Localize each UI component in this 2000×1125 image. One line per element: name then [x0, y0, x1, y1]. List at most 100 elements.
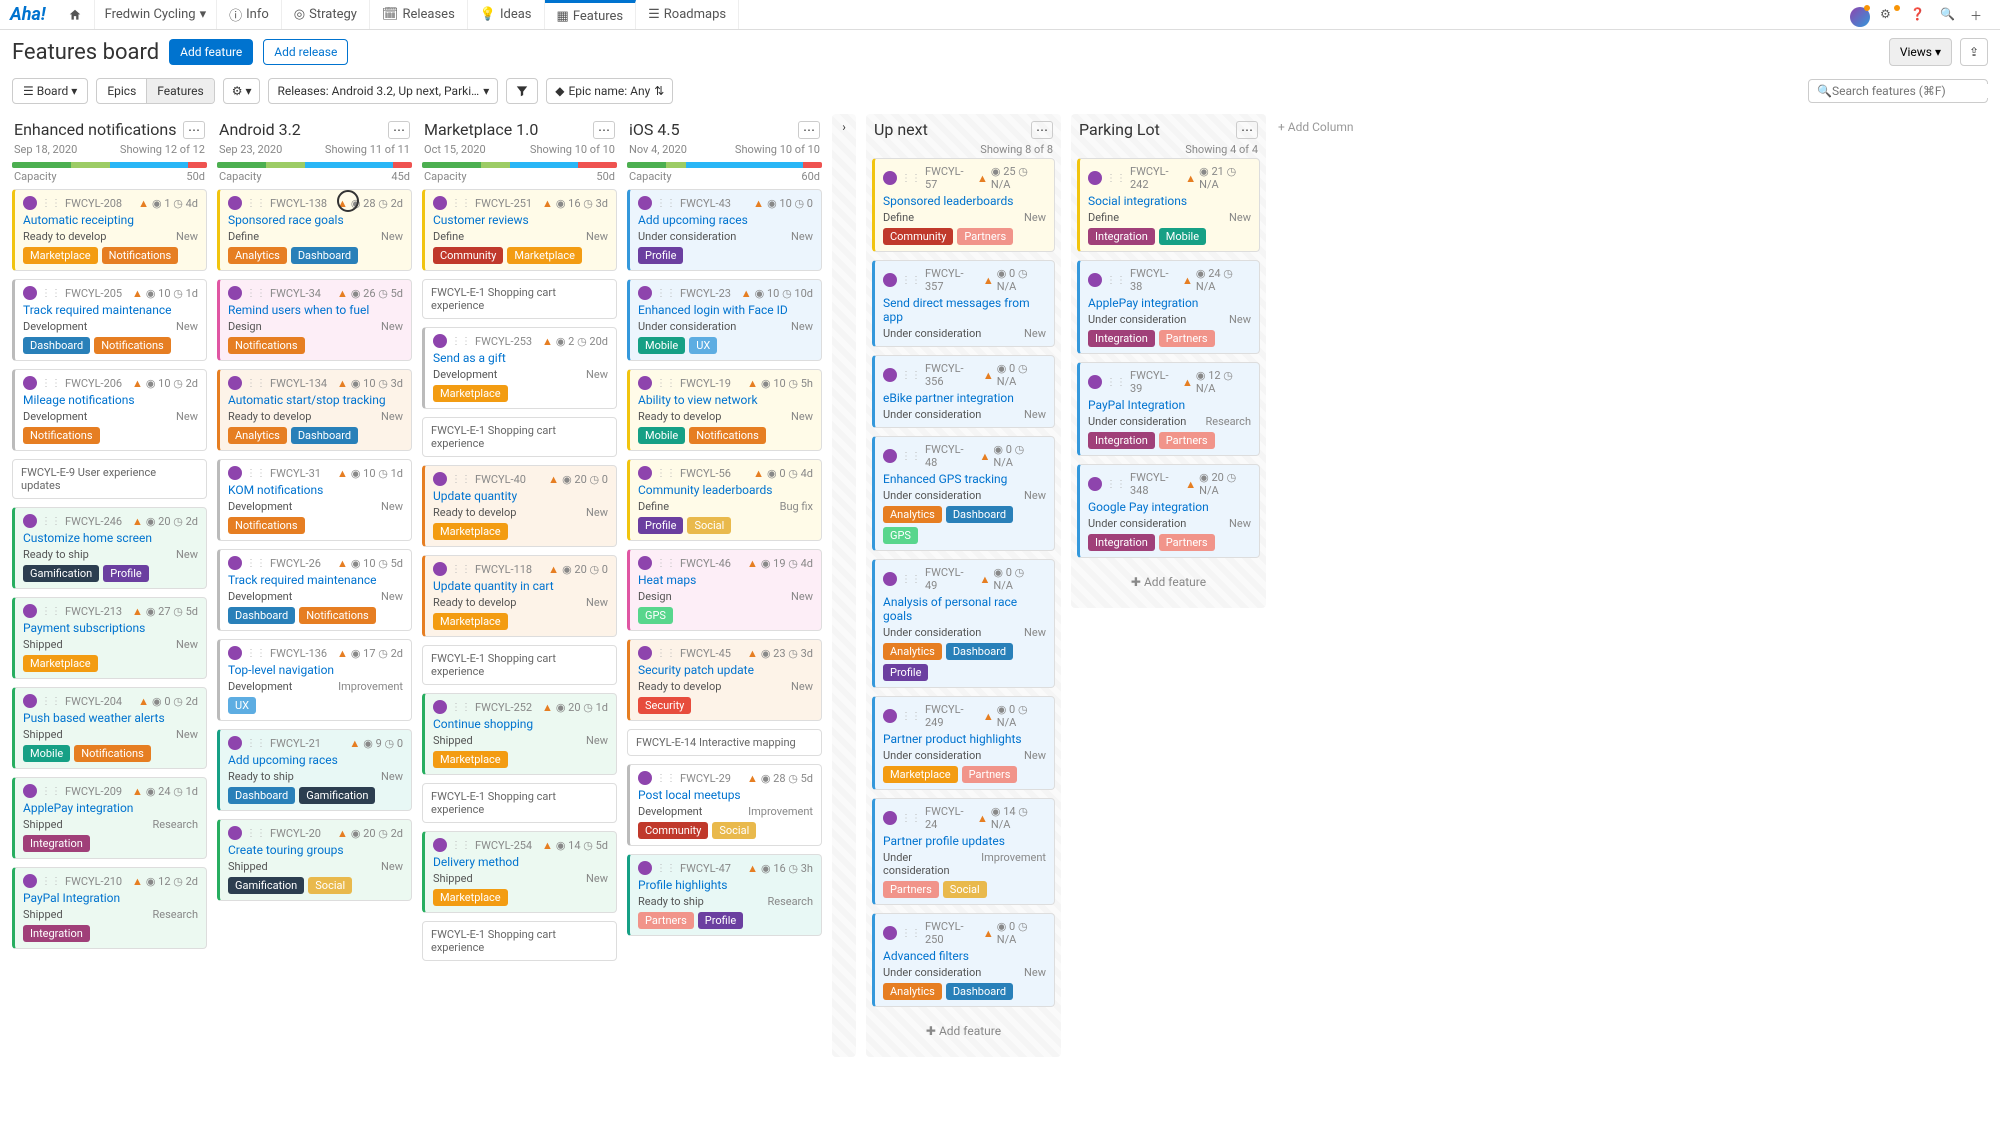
- card-title[interactable]: Continue shopping: [433, 717, 608, 731]
- card-title[interactable]: Security patch update: [638, 663, 813, 677]
- drag-handle-icon[interactable]: ⋮⋮: [901, 370, 921, 381]
- drag-handle-icon[interactable]: ⋮⋮: [656, 288, 676, 299]
- feature-card[interactable]: ⋮⋮FWCYL-252▲ ◉ 20 ◷ 1dContinue shoppingS…: [422, 693, 617, 775]
- drag-handle-icon[interactable]: ⋮⋮: [451, 474, 471, 485]
- epic-group[interactable]: FWCYL-E-1 Shopping cart experience: [422, 417, 617, 457]
- epic-group[interactable]: FWCYL-E-1 Shopping cart experience: [422, 279, 617, 319]
- drag-handle-icon[interactable]: ⋮⋮: [246, 378, 266, 389]
- drag-handle-icon[interactable]: ⋮⋮: [1106, 377, 1126, 388]
- feature-card[interactable]: ⋮⋮FWCYL-210▲ ◉ 12 ◷ 2dPayPal Integration…: [12, 867, 207, 949]
- feature-card[interactable]: ⋮⋮FWCYL-26▲ ◉ 10 ◷ 5dTrack required main…: [217, 549, 412, 631]
- feature-card[interactable]: ⋮⋮FWCYL-57▲ ◉ 25 ◷ N/ASponsored leaderbo…: [872, 158, 1055, 252]
- drag-handle-icon[interactable]: ⋮⋮: [451, 702, 471, 713]
- feature-card[interactable]: ⋮⋮FWCYL-209▲ ◉ 24 ◷ 1dApplePay integrati…: [12, 777, 207, 859]
- nav-info[interactable]: ⓘInfo: [217, 0, 282, 29]
- card-title[interactable]: Track required maintenance: [228, 573, 403, 587]
- card-title[interactable]: Customize home screen: [23, 531, 198, 545]
- feature-card[interactable]: ⋮⋮FWCYL-31▲ ◉ 10 ◷ 1dKOM notificationsDe…: [217, 459, 412, 541]
- feature-card[interactable]: ⋮⋮FWCYL-47▲ ◉ 16 ◷ 3hProfile highlightsR…: [627, 854, 822, 936]
- feature-card[interactable]: ⋮⋮FWCYL-206▲ ◉ 10 ◷ 2dMileage notificati…: [12, 369, 207, 451]
- card-title[interactable]: Ability to view network: [638, 393, 813, 407]
- drag-handle-icon[interactable]: ⋮⋮: [1106, 275, 1126, 286]
- feature-card[interactable]: ⋮⋮FWCYL-29▲ ◉ 28 ◷ 5dPost local meetupsD…: [627, 764, 822, 846]
- feature-card[interactable]: ⋮⋮FWCYL-205▲ ◉ 10 ◷ 1dTrack required mai…: [12, 279, 207, 361]
- card-title[interactable]: PayPal Integration: [1088, 398, 1251, 412]
- feature-card[interactable]: ⋮⋮FWCYL-39▲ ◉ 12 ◷ N/APayPal Integration…: [1077, 362, 1260, 456]
- feature-card[interactable]: ⋮⋮FWCYL-356▲ ◉ 0 ◷ N/AeBike partner inte…: [872, 355, 1055, 428]
- feature-card[interactable]: ⋮⋮FWCYL-19▲ ◉ 10 ◷ 5hAbility to view net…: [627, 369, 822, 451]
- card-title[interactable]: Partner product highlights: [883, 732, 1046, 746]
- feature-card[interactable]: ⋮⋮FWCYL-34▲ ◉ 26 ◷ 5dRemind users when t…: [217, 279, 412, 361]
- aha-logo[interactable]: Aha!: [0, 4, 56, 25]
- drag-handle-icon[interactable]: ⋮⋮: [656, 198, 676, 209]
- epic-filter[interactable]: ◆ Epic name: Any ⇅: [546, 78, 673, 104]
- drag-handle-icon[interactable]: ⋮⋮: [1106, 479, 1126, 490]
- drag-handle-icon[interactable]: ⋮⋮: [41, 288, 61, 299]
- add-feature-inline[interactable]: ✚ Add feature: [1077, 566, 1260, 598]
- drag-handle-icon[interactable]: ⋮⋮: [451, 840, 471, 851]
- drag-handle-icon[interactable]: ⋮⋮: [41, 606, 61, 617]
- card-title[interactable]: Remind users when to fuel: [228, 303, 403, 317]
- drag-handle-icon[interactable]: ⋮⋮: [1106, 173, 1126, 184]
- drag-handle-icon[interactable]: ⋮⋮: [41, 378, 61, 389]
- drag-handle-icon[interactable]: ⋮⋮: [901, 451, 921, 462]
- toggle-features[interactable]: Features: [147, 79, 213, 103]
- drag-handle-icon[interactable]: ⋮⋮: [451, 336, 471, 347]
- card-title[interactable]: Heat maps: [638, 573, 813, 587]
- epic-group[interactable]: FWCYL-E-9 User experience updates: [12, 459, 207, 499]
- drag-handle-icon[interactable]: ⋮⋮: [41, 198, 61, 209]
- card-title[interactable]: Google Pay integration: [1088, 500, 1251, 514]
- column-menu-icon[interactable]: ⋯: [388, 121, 410, 139]
- card-title[interactable]: Customer reviews: [433, 213, 608, 227]
- plus-icon[interactable]: ＋: [1970, 7, 1986, 23]
- collapsed-column-toggle[interactable]: ›: [832, 114, 856, 1057]
- card-title[interactable]: PayPal Integration: [23, 891, 198, 905]
- drag-handle-icon[interactable]: ⋮⋮: [901, 275, 921, 286]
- drag-handle-icon[interactable]: ⋮⋮: [246, 198, 266, 209]
- card-title[interactable]: Add upcoming races: [638, 213, 813, 227]
- add-column-button[interactable]: + Add Column: [1276, 114, 1355, 140]
- home-nav-icon[interactable]: [56, 0, 95, 29]
- drag-handle-icon[interactable]: ⋮⋮: [451, 198, 471, 209]
- feature-card[interactable]: ⋮⋮FWCYL-40▲ ◉ 20 ◷ 0Update quantityReady…: [422, 465, 617, 547]
- card-title[interactable]: Send as a gift: [433, 351, 608, 365]
- drag-handle-icon[interactable]: ⋮⋮: [901, 574, 921, 585]
- epic-group[interactable]: FWCYL-E-1 Shopping cart experience: [422, 921, 617, 961]
- card-title[interactable]: Track required maintenance: [23, 303, 198, 317]
- feature-card[interactable]: ⋮⋮FWCYL-357▲ ◉ 0 ◷ N/ASend direct messag…: [872, 260, 1055, 347]
- feature-card[interactable]: ⋮⋮FWCYL-48▲ ◉ 0 ◷ N/AEnhanced GPS tracki…: [872, 436, 1055, 551]
- drag-handle-icon[interactable]: ⋮⋮: [246, 648, 266, 659]
- card-title[interactable]: Add upcoming races: [228, 753, 403, 767]
- feature-card[interactable]: ⋮⋮FWCYL-246▲ ◉ 20 ◷ 2dCustomize home scr…: [12, 507, 207, 589]
- feature-card[interactable]: ⋮⋮FWCYL-20▲ ◉ 20 ◷ 2dCreate touring grou…: [217, 819, 412, 901]
- drag-handle-icon[interactable]: ⋮⋮: [656, 468, 676, 479]
- customize-gear[interactable]: ⚙ ▾: [223, 78, 261, 104]
- drag-handle-icon[interactable]: ⋮⋮: [246, 558, 266, 569]
- epic-group[interactable]: FWCYL-E-14 Interactive mapping: [627, 729, 822, 756]
- card-title[interactable]: Enhanced login with Face ID: [638, 303, 813, 317]
- user-avatar[interactable]: [1850, 7, 1866, 23]
- search-icon[interactable]: 🔍: [1940, 7, 1956, 23]
- card-title[interactable]: Update quantity: [433, 489, 608, 503]
- epic-group[interactable]: FWCYL-E-1 Shopping cart experience: [422, 783, 617, 823]
- feature-card[interactable]: ⋮⋮FWCYL-21▲ ◉ 9 ◷ 0Add upcoming racesRea…: [217, 729, 412, 811]
- card-title[interactable]: Update quantity in cart: [433, 579, 608, 593]
- feature-card[interactable]: ⋮⋮FWCYL-213▲ ◉ 27 ◷ 5dPayment subscripti…: [12, 597, 207, 679]
- add-release-button[interactable]: Add release: [263, 39, 348, 65]
- toggle-board[interactable]: ☰ Board ▾: [13, 79, 87, 103]
- nav-features[interactable]: ▦Features: [545, 0, 637, 29]
- drag-handle-icon[interactable]: ⋮⋮: [41, 786, 61, 797]
- feature-card[interactable]: ⋮⋮FWCYL-56▲ ◉ 0 ◷ 4dCommunity leaderboar…: [627, 459, 822, 541]
- gear-icon[interactable]: ⚙: [1880, 7, 1896, 23]
- feature-card[interactable]: ⋮⋮FWCYL-49▲ ◉ 0 ◷ N/AAnalysis of persona…: [872, 559, 1055, 688]
- drag-handle-icon[interactable]: ⋮⋮: [41, 876, 61, 887]
- feature-card[interactable]: ⋮⋮FWCYL-45▲ ◉ 23 ◷ 3dSecurity patch upda…: [627, 639, 822, 721]
- card-title[interactable]: Payment subscriptions: [23, 621, 198, 635]
- card-title[interactable]: Enhanced GPS tracking: [883, 472, 1046, 486]
- drag-handle-icon[interactable]: ⋮⋮: [901, 813, 921, 824]
- feature-card[interactable]: ⋮⋮FWCYL-38▲ ◉ 24 ◷ N/AApplePay integrati…: [1077, 260, 1260, 354]
- feature-card[interactable]: ⋮⋮FWCYL-250▲ ◉ 0 ◷ N/AAdvanced filtersUn…: [872, 913, 1055, 1007]
- card-title[interactable]: ApplePay integration: [23, 801, 198, 815]
- search-features[interactable]: 🔍: [1808, 79, 1988, 103]
- card-title[interactable]: Advanced filters: [883, 949, 1046, 963]
